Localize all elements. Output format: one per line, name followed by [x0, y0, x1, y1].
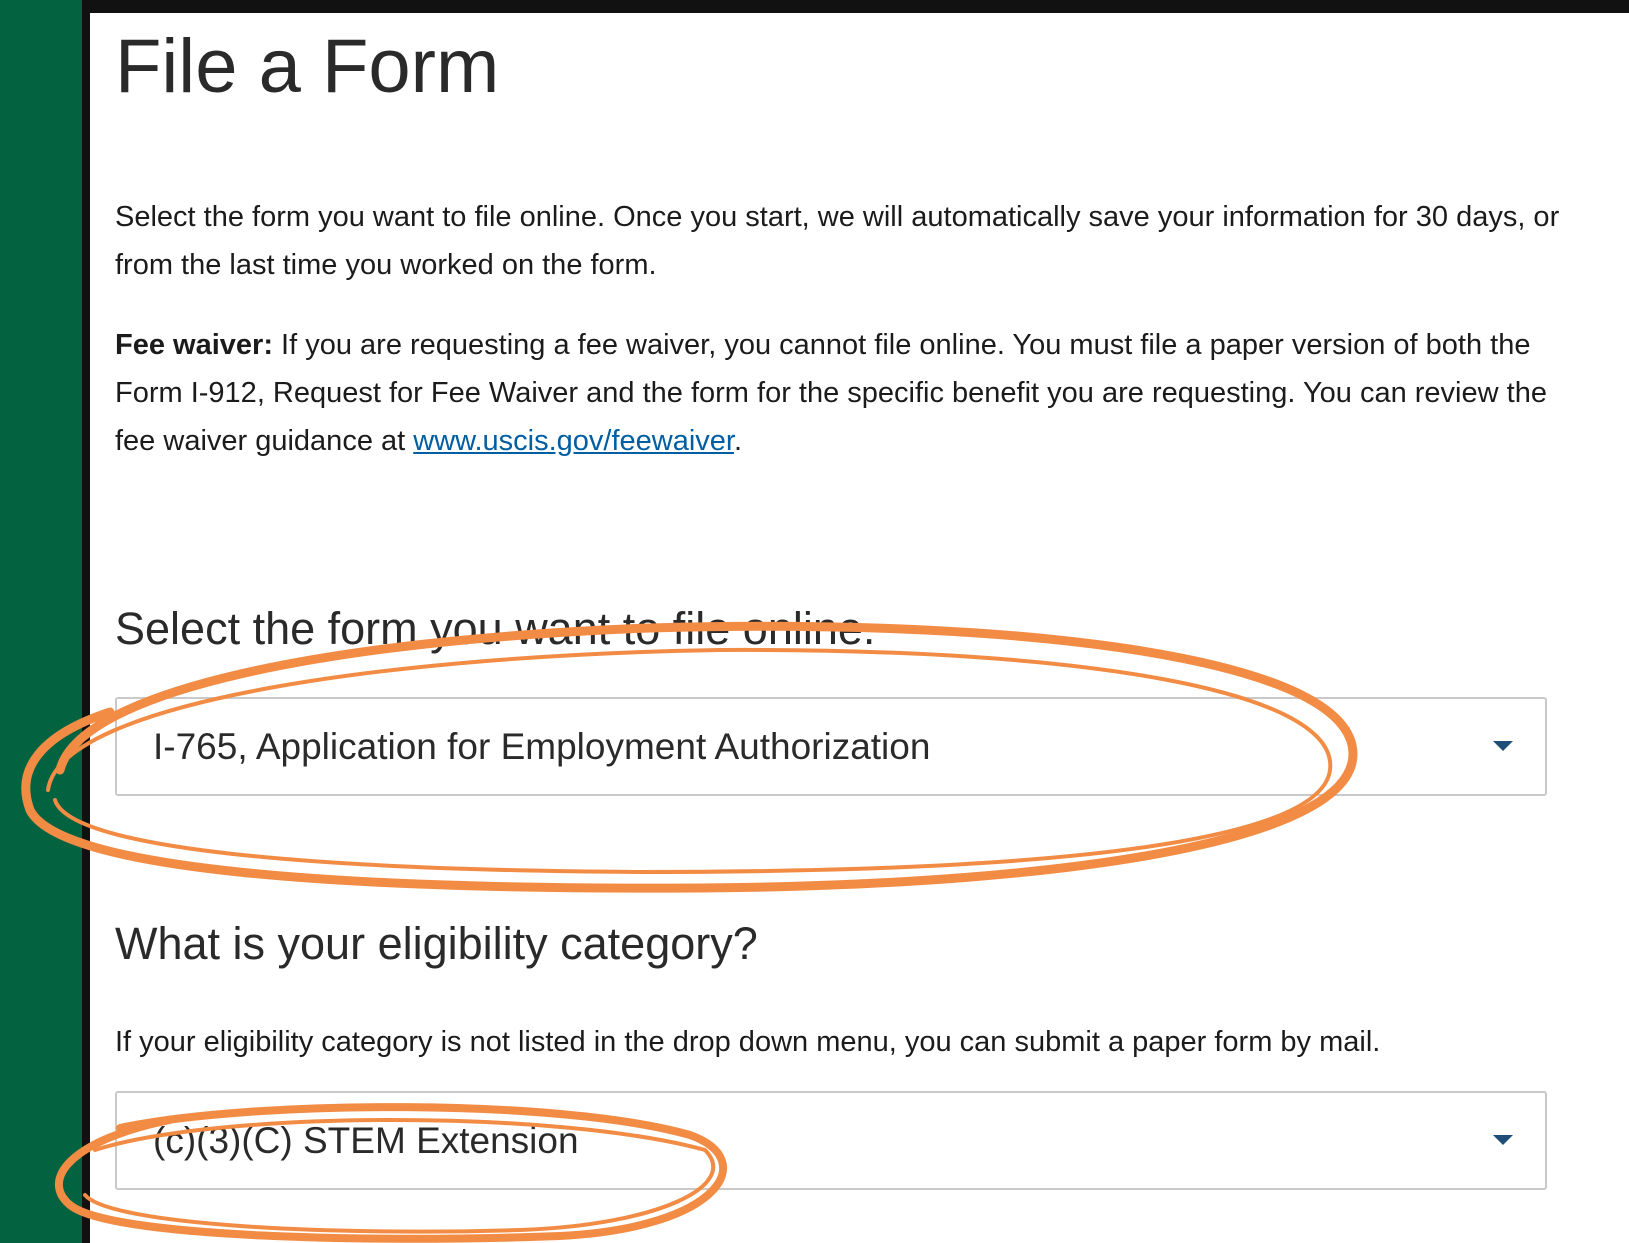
content-panel-inner: File a Form Select the form you want to … [90, 13, 1629, 1243]
eligibility-select-dropdown[interactable]: (c)(3)(C) STEM Extension [115, 1091, 1547, 1190]
fee-waiver-body: If you are requesting a fee waiver, you … [115, 329, 1547, 457]
chevron-down-icon[interactable] [1493, 741, 1513, 751]
fee-waiver-period: . [734, 425, 743, 457]
content-panel: File a Form Select the form you want to … [82, 0, 1629, 1243]
form-select-dropdown[interactable]: I-765, Application for Employment Author… [115, 697, 1547, 796]
intro-text: Select the form you want to file online.… [115, 201, 1560, 281]
eligibility-helper-text: If your eligibility category is not list… [115, 1026, 1381, 1058]
fee-waiver-label: Fee waiver: [115, 329, 273, 361]
page-title: File a Form [115, 24, 500, 109]
chevron-down-icon[interactable] [1493, 1135, 1513, 1145]
fee-waiver-link[interactable]: www.uscis.gov/feewaiver [413, 425, 734, 457]
page-frame-left [0, 0, 82, 1243]
eligibility-question: What is your eligibility category? [115, 918, 758, 969]
fee-waiver-text: Fee waiver: If you are requesting a fee … [115, 321, 1595, 465]
form-select-question: Select the form you want to file online. [115, 603, 876, 654]
eligibility-select-value: (c)(3)(C) STEM Extension [153, 1120, 579, 1161]
form-select-value: I-765, Application for Employment Author… [153, 726, 931, 767]
